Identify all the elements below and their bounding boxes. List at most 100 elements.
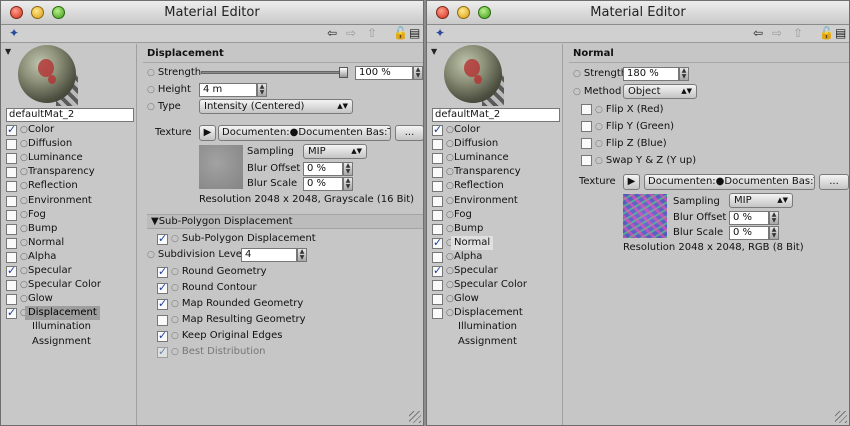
height-stepper[interactable]: ▲ ▼ bbox=[257, 83, 267, 97]
channel-item-transparency[interactable]: ○ Transparency bbox=[432, 165, 560, 179]
strength-slider-handle[interactable] bbox=[339, 67, 348, 78]
channel-item-bump[interactable]: ○ Bump bbox=[432, 222, 560, 236]
blur-scale-stepper[interactable]: ▲ ▼ bbox=[343, 177, 353, 191]
channel-checkbox[interactable] bbox=[6, 167, 17, 179]
channel-item-specular-color[interactable]: ○ Specular Color bbox=[6, 278, 134, 292]
channel-item-displacement[interactable]: ○Displacement bbox=[432, 306, 560, 320]
channel-item-diffusion[interactable]: ○ Diffusion bbox=[432, 137, 560, 151]
map-resulting-geometry-checkbox[interactable] bbox=[157, 315, 168, 326]
channel-checkbox[interactable] bbox=[6, 306, 17, 320]
subpoly-section-header[interactable]: ▼Sub-Polygon Displacement bbox=[147, 214, 423, 229]
disclosure-triangle-icon[interactable]: ▼ bbox=[151, 216, 159, 227]
channel-item-transparency[interactable]: ○ Transparency bbox=[6, 165, 134, 179]
pin-icon[interactable]: ✦ bbox=[435, 27, 445, 40]
up-arrow-icon[interactable]: ⇧ bbox=[367, 27, 377, 40]
channel-checkbox[interactable] bbox=[432, 223, 443, 235]
channel-item-luminance[interactable]: ○ Luminance bbox=[432, 151, 560, 165]
subpoly-checkbox[interactable] bbox=[157, 232, 168, 245]
channel-item-luminance[interactable]: ○ Luminance bbox=[6, 151, 134, 165]
channel-checkbox[interactable] bbox=[432, 264, 443, 278]
forward-arrow-icon[interactable]: ⇨ bbox=[772, 27, 782, 40]
channel-item-alpha[interactable]: ○ Alpha bbox=[432, 250, 560, 264]
sampling-dropdown[interactable]: MIP ▲▼ bbox=[303, 144, 367, 159]
flip-x-red-checkbox[interactable] bbox=[581, 104, 592, 115]
channel-item-displacement[interactable]: ○Displacement bbox=[6, 306, 134, 321]
resize-grip[interactable] bbox=[835, 411, 847, 423]
title-bar[interactable]: Material Editor bbox=[427, 1, 849, 25]
channel-checkbox[interactable] bbox=[432, 123, 443, 137]
texture-path-button[interactable]: Documenten:●Documenten Bas:Touri bbox=[218, 125, 391, 141]
channel-item-specular[interactable]: ○Specular bbox=[432, 264, 560, 278]
channel-checkbox[interactable] bbox=[6, 139, 17, 151]
channel-item-environment[interactable]: ○ Environment bbox=[432, 194, 560, 208]
channel-checkbox[interactable] bbox=[6, 153, 17, 165]
material-name-field[interactable]: defaultMat_2 bbox=[6, 108, 134, 122]
texture-browse-button[interactable]: ... bbox=[819, 174, 849, 190]
channel-item-illumination[interactable]: Illumination bbox=[6, 320, 134, 334]
channel-item-alpha[interactable]: ○ Alpha bbox=[6, 250, 134, 264]
sampling-dropdown[interactable]: MIP ▲▼ bbox=[729, 193, 793, 208]
new-window-icon[interactable]: ▤ bbox=[835, 27, 846, 40]
texture-thumbnail[interactable] bbox=[623, 194, 667, 238]
channel-item-environment[interactable]: ○ Environment bbox=[6, 194, 134, 208]
round-geometry-checkbox[interactable] bbox=[157, 265, 168, 278]
channel-checkbox[interactable] bbox=[432, 195, 443, 207]
channel-checkbox[interactable] bbox=[432, 236, 443, 250]
channel-item-illumination[interactable]: Illumination bbox=[432, 320, 560, 334]
channel-checkbox[interactable] bbox=[432, 209, 443, 221]
channel-checkbox[interactable] bbox=[432, 181, 443, 193]
blur-offset-field[interactable]: 0 % bbox=[303, 162, 343, 176]
channel-checkbox[interactable] bbox=[432, 294, 443, 306]
height-field[interactable]: 4 m bbox=[199, 83, 257, 97]
strength-field[interactable]: 100 % bbox=[355, 66, 413, 80]
blur-offset-stepper[interactable]: ▲ ▼ bbox=[769, 211, 779, 225]
texture-thumbnail[interactable] bbox=[199, 145, 243, 189]
channel-item-normal[interactable]: ○Normal bbox=[6, 236, 134, 250]
material-preview-sphere[interactable] bbox=[18, 45, 76, 103]
channel-checkbox[interactable] bbox=[432, 167, 443, 179]
channel-item-color[interactable]: ○Color bbox=[432, 123, 560, 137]
channel-item-color[interactable]: ○Color bbox=[6, 123, 134, 137]
collapse-triangle-icon[interactable]: ▼ bbox=[5, 47, 11, 56]
round-contour-checkbox[interactable] bbox=[157, 281, 168, 294]
channel-item-assignment[interactable]: Assignment bbox=[6, 335, 134, 349]
channel-item-normal[interactable]: ○Normal bbox=[432, 235, 560, 250]
channel-checkbox[interactable] bbox=[6, 223, 17, 235]
channel-checkbox[interactable] bbox=[6, 209, 17, 221]
channel-checkbox[interactable] bbox=[432, 153, 443, 165]
blur-offset-field[interactable]: 0 % bbox=[729, 211, 769, 225]
channel-item-glow[interactable]: ○ Glow bbox=[6, 292, 134, 306]
blur-scale-stepper[interactable]: ▲ ▼ bbox=[769, 226, 779, 240]
map-rounded-geometry-checkbox[interactable] bbox=[157, 297, 168, 310]
strength-slider[interactable] bbox=[201, 71, 343, 74]
forward-arrow-icon[interactable]: ⇨ bbox=[346, 27, 356, 40]
channel-checkbox[interactable] bbox=[6, 264, 17, 278]
flip-z-blue-checkbox[interactable] bbox=[581, 138, 592, 149]
lock-icon[interactable]: 🔓 bbox=[819, 27, 834, 40]
texture-path-button[interactable]: Documenten:●Documenten Bas:Touri bbox=[644, 174, 815, 190]
blur-scale-field[interactable]: 0 % bbox=[303, 177, 343, 191]
title-bar[interactable]: Material Editor bbox=[1, 1, 423, 25]
blur-scale-field[interactable]: 0 % bbox=[729, 226, 769, 240]
channel-item-bump[interactable]: ○ Bump bbox=[6, 222, 134, 236]
up-arrow-icon[interactable]: ⇧ bbox=[793, 27, 803, 40]
channel-item-glow[interactable]: ○ Glow bbox=[432, 292, 560, 306]
channel-checkbox[interactable] bbox=[432, 280, 443, 292]
lock-icon[interactable]: 🔓 bbox=[393, 27, 408, 40]
channel-item-diffusion[interactable]: ○ Diffusion bbox=[6, 137, 134, 151]
subdivision-stepper[interactable]: ▲ ▼ bbox=[297, 248, 307, 262]
subdivision-field[interactable]: 4 bbox=[241, 248, 297, 262]
texture-browse-button[interactable]: ... bbox=[395, 125, 423, 141]
channel-checkbox[interactable] bbox=[432, 251, 443, 263]
resize-grip[interactable] bbox=[409, 411, 421, 423]
channel-checkbox[interactable] bbox=[6, 237, 17, 249]
texture-menu-button[interactable]: ▶ bbox=[199, 125, 216, 141]
texture-menu-button[interactable]: ▶ bbox=[623, 174, 640, 190]
channel-item-fog[interactable]: ○ Fog bbox=[432, 208, 560, 222]
channel-checkbox[interactable] bbox=[6, 181, 17, 193]
pin-icon[interactable]: ✦ bbox=[9, 27, 19, 40]
channel-item-reflection[interactable]: ○ Reflection bbox=[6, 179, 134, 193]
back-arrow-icon[interactable]: ⇦ bbox=[753, 27, 763, 40]
channel-checkbox[interactable] bbox=[6, 251, 17, 263]
channel-checkbox[interactable] bbox=[432, 308, 443, 320]
